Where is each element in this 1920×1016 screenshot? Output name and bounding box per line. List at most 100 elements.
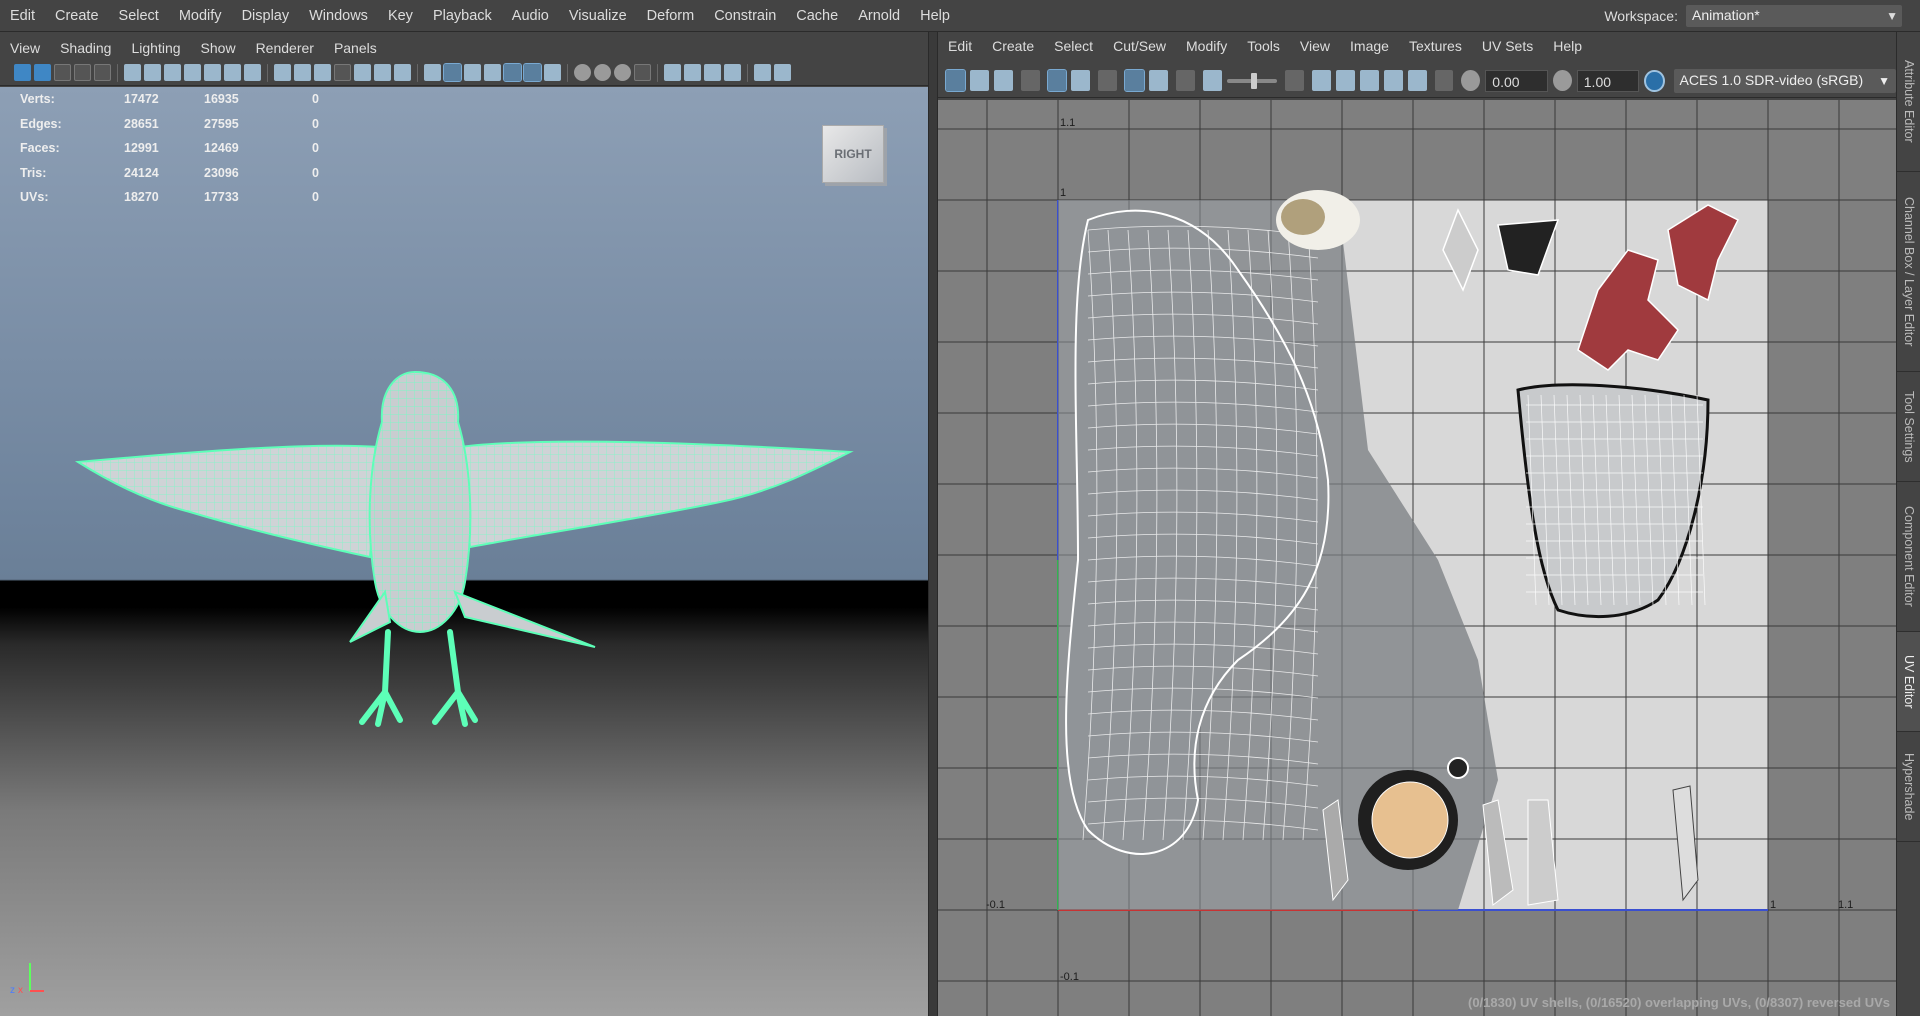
- menu-windows[interactable]: Windows: [299, 0, 378, 32]
- uv-menu-tools[interactable]: Tools: [1237, 38, 1290, 54]
- shaded-uvs-icon[interactable]: [1312, 70, 1331, 91]
- exposure-field[interactable]: 0.00: [1485, 69, 1548, 92]
- pixel-snap-icon[interactable]: [1149, 70, 1169, 91]
- uv-distortion-icon[interactable]: [969, 70, 989, 91]
- camera-film-gate-icon[interactable]: [144, 64, 161, 81]
- isolate-select-icon[interactable]: [664, 64, 681, 81]
- grease-pencil-icon[interactable]: [124, 64, 141, 81]
- tab-attribute-editor[interactable]: Attribute Editor: [1897, 32, 1920, 172]
- wireframe-icon[interactable]: [424, 64, 441, 81]
- vp-menu-lighting[interactable]: Lighting: [121, 40, 190, 56]
- tab-channel-box[interactable]: Channel Box / Layer Editor: [1897, 172, 1920, 372]
- panel-splitter[interactable]: [928, 32, 938, 1016]
- texture-borders-icon[interactable]: [1046, 69, 1068, 92]
- menu-cache[interactable]: Cache: [786, 0, 848, 32]
- uv-menu-uv-sets[interactable]: UV Sets: [1472, 38, 1543, 54]
- rgb-channels-icon[interactable]: [1359, 70, 1379, 91]
- uv-menu-textures[interactable]: Textures: [1399, 38, 1472, 54]
- camera-attributes-icon[interactable]: [34, 64, 51, 81]
- psd-icon[interactable]: [1407, 70, 1427, 91]
- wireframe-on-shaded-icon[interactable]: [484, 64, 501, 81]
- gate-mask-toggle-icon[interactable]: [334, 64, 351, 81]
- gamma-icon[interactable]: [1552, 70, 1572, 91]
- tab-hypershade[interactable]: Hypershade: [1897, 732, 1920, 842]
- menu-visualize[interactable]: Visualize: [559, 0, 637, 32]
- gamma-field[interactable]: 1.00: [1576, 69, 1640, 92]
- gamma-reset-icon[interactable]: [774, 64, 791, 81]
- xray-components-icon[interactable]: [724, 64, 741, 81]
- depth-of-field-icon[interactable]: [634, 64, 651, 81]
- dim-image-icon[interactable]: [1202, 70, 1222, 91]
- resolution-gate-icon[interactable]: [164, 64, 181, 81]
- uv-menu-select[interactable]: Select: [1044, 38, 1103, 54]
- tab-component-editor[interactable]: Component Editor: [1897, 482, 1920, 632]
- uv-menu-help[interactable]: Help: [1543, 38, 1592, 54]
- menu-arnold[interactable]: Arnold: [848, 0, 910, 32]
- grid-icon[interactable]: [1124, 69, 1146, 92]
- safe-action-toggle-icon[interactable]: [374, 64, 391, 81]
- tab-tool-settings[interactable]: Tool Settings: [1897, 372, 1920, 482]
- workspace-dropdown[interactable]: Animation* ▼: [1686, 5, 1902, 27]
- vp-menu-show[interactable]: Show: [191, 40, 246, 56]
- menu-select[interactable]: Select: [109, 0, 169, 32]
- gate-mask-icon[interactable]: [184, 64, 201, 81]
- shadows-icon[interactable]: [544, 64, 561, 81]
- uv-shell-select-icon[interactable]: [945, 69, 966, 92]
- bird-wireframe-model[interactable]: [70, 342, 860, 862]
- uv-menu-create[interactable]: Create: [982, 38, 1044, 54]
- grid-icon[interactable]: [274, 64, 291, 81]
- safe-title-icon[interactable]: [244, 64, 261, 81]
- uv-menu-edit[interactable]: Edit: [938, 38, 982, 54]
- safe-title-toggle-icon[interactable]: [394, 64, 411, 81]
- color-space-dropdown[interactable]: ACES 1.0 SDR-video (sRGB) ▼: [1673, 68, 1897, 93]
- smooth-shade-icon[interactable]: [443, 63, 462, 82]
- film-gate-icon[interactable]: [294, 64, 311, 81]
- menu-key[interactable]: Key: [378, 0, 423, 32]
- xray-joints-icon[interactable]: [704, 64, 721, 81]
- alpha-channel-icon[interactable]: [1383, 70, 1403, 91]
- image-dim-slider[interactable]: [1226, 72, 1278, 89]
- tab-uv-editor[interactable]: UV Editor: [1897, 632, 1920, 732]
- uv-menu-image[interactable]: Image: [1340, 38, 1399, 54]
- resolution-icon[interactable]: [314, 64, 331, 81]
- filter-image-icon[interactable]: [1335, 70, 1355, 91]
- use-all-lights-icon[interactable]: [523, 63, 542, 82]
- vp-menu-renderer[interactable]: Renderer: [246, 40, 324, 56]
- menu-edit[interactable]: Edit: [0, 0, 45, 32]
- uv-shell-pupil[interactable]: [1447, 757, 1469, 779]
- uv-checker-icon[interactable]: [993, 70, 1013, 91]
- menu-display[interactable]: Display: [232, 0, 300, 32]
- bookmarks-icon[interactable]: [54, 64, 71, 81]
- multisample-aa-icon[interactable]: [614, 64, 631, 81]
- flat-shade-icon[interactable]: [464, 64, 481, 81]
- xray-icon[interactable]: [684, 64, 701, 81]
- color-management-icon[interactable]: [1644, 69, 1665, 92]
- exposure-icon[interactable]: [1461, 70, 1481, 91]
- uv-menu-modify[interactable]: Modify: [1176, 38, 1237, 54]
- vp-menu-shading[interactable]: Shading: [50, 40, 121, 56]
- view-cube[interactable]: RIGHT: [822, 125, 884, 183]
- display-image-icon[interactable]: [1071, 70, 1091, 91]
- uv-menu-view[interactable]: View: [1290, 38, 1340, 54]
- menu-playback[interactable]: Playback: [423, 0, 502, 32]
- menu-constrain[interactable]: Constrain: [704, 0, 786, 32]
- vp-menu-view[interactable]: View: [0, 40, 50, 56]
- field-chart-toggle-icon[interactable]: [354, 64, 371, 81]
- textured-icon[interactable]: [503, 63, 522, 82]
- 2d-pan-zoom-icon[interactable]: [94, 64, 111, 81]
- uv-editor-canvas[interactable]: 1.1 1 -0.1 1 1.1 -0.1 (0/1830) UV shells…: [938, 100, 1896, 1016]
- uv-shell-eyeball[interactable]: [1371, 781, 1449, 859]
- menu-create[interactable]: Create: [45, 0, 109, 32]
- menu-deform[interactable]: Deform: [637, 0, 705, 32]
- motion-blur-icon[interactable]: [594, 64, 611, 81]
- safe-action-icon[interactable]: [224, 64, 241, 81]
- field-chart-icon[interactable]: [204, 64, 221, 81]
- screen-space-ao-icon[interactable]: [574, 64, 591, 81]
- select-camera-icon[interactable]: [14, 64, 31, 81]
- uv-menu-cut-sew[interactable]: Cut/Sew: [1103, 38, 1176, 54]
- menu-modify[interactable]: Modify: [169, 0, 232, 32]
- image-plane-icon[interactable]: [74, 64, 91, 81]
- vp-menu-panels[interactable]: Panels: [324, 40, 387, 56]
- menu-audio[interactable]: Audio: [502, 0, 559, 32]
- 3d-viewport[interactable]: Verts: 17472 16935 0 Edges: 28651 27595 …: [0, 87, 928, 1016]
